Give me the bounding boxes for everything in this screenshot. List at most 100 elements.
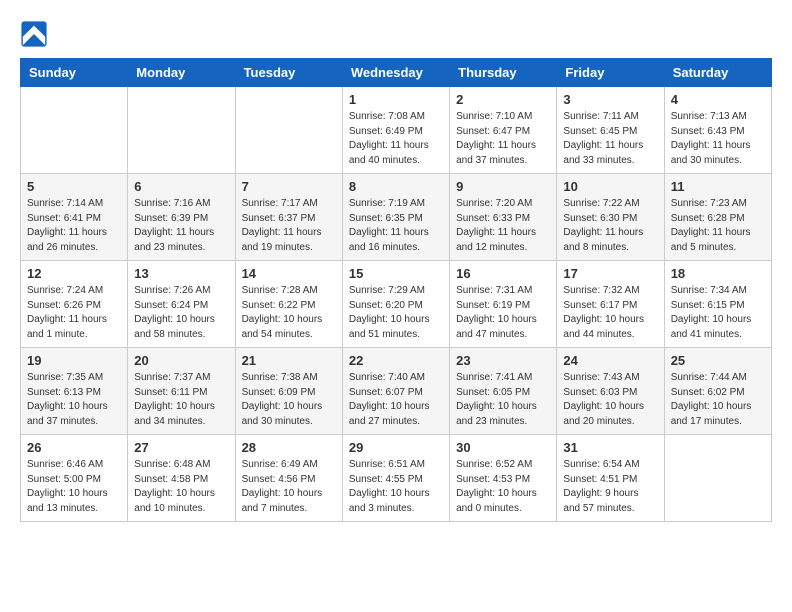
weekday-header: Saturday (664, 59, 771, 87)
day-number: 16 (456, 266, 550, 281)
day-info: Sunrise: 7:28 AM Sunset: 6:22 PM Dayligh… (242, 284, 336, 342)
weekday-header: Thursday (450, 59, 557, 87)
calendar-cell: 18 Sunrise: 7:34 AM Sunset: 6:15 PM Dayli… (664, 261, 771, 348)
weekday-header: Sunday (21, 59, 128, 87)
day-info: Sunrise: 6:48 AM Sunset: 4:58 PM Dayligh… (134, 458, 228, 516)
day-number: 21 (242, 353, 336, 368)
calendar-week-row: 1Sunrise: 7:08 AM Sunset: 6:49 PM Daylig… (21, 87, 772, 174)
calendar-cell: 1Sunrise: 7:08 AM Sunset: 6:49 PM Daylig… (342, 87, 449, 174)
day-info: Sunrise: 7:17 AM Sunset: 6:37 PM Dayligh… (242, 197, 336, 255)
day-number: 25 (671, 353, 765, 368)
day-info: Sunrise: 7:37 AM Sunset: 6:11 PM Dayligh… (134, 371, 228, 429)
calendar-cell: 9Sunrise: 7:20 AM Sunset: 6:33 PM Daylig… (450, 174, 557, 261)
day-number: 4 (671, 92, 765, 107)
day-info: Sunrise: 7:31 AM Sunset: 6:19 PM Dayligh… (456, 284, 550, 342)
day-info: Sunrise: 7:13 AM Sunset: 6:43 PM Dayligh… (671, 110, 765, 168)
calendar-cell (128, 87, 235, 174)
calendar-week-row: 5 Sunrise: 7:14 AM Sunset: 6:41 PM Daylig… (21, 174, 772, 261)
calendar-cell: 28 Sunrise: 6:49 AM Sunset: 4:56 PM Dayli… (235, 435, 342, 522)
day-number: 24 (563, 353, 657, 368)
day-info: Sunrise: 7:43 AM Sunset: 6:03 PM Dayligh… (563, 371, 657, 429)
day-info: Sunrise: 6:49 AM Sunset: 4:56 PM Dayligh… (242, 458, 336, 516)
weekday-header: Tuesday (235, 59, 342, 87)
calendar-cell: 20Sunrise: 7:37 AM Sunset: 6:11 PM Dayli… (128, 348, 235, 435)
weekday-header: Wednesday (342, 59, 449, 87)
calendar-cell: 10 Sunrise: 7:22 AM Sunset: 6:30 PM Dayli… (557, 174, 664, 261)
day-number: 5 (27, 179, 121, 194)
logo (20, 20, 54, 48)
calendar-cell: 26 Sunrise: 6:46 AM Sunset: 5:00 PM Dayli… (21, 435, 128, 522)
day-info: Sunrise: 6:54 AM Sunset: 4:51 PM Dayligh… (563, 458, 657, 516)
day-info: Sunrise: 7:10 AM Sunset: 6:47 PM Dayligh… (456, 110, 550, 168)
calendar-cell: 24 Sunrise: 7:43 AM Sunset: 6:03 PM Dayli… (557, 348, 664, 435)
calendar-cell: 21Sunrise: 7:38 AM Sunset: 6:09 PM Dayli… (235, 348, 342, 435)
day-number: 7 (242, 179, 336, 194)
day-number: 2 (456, 92, 550, 107)
day-info: Sunrise: 7:19 AM Sunset: 6:35 PM Dayligh… (349, 197, 443, 255)
day-info: Sunrise: 7:32 AM Sunset: 6:17 PM Dayligh… (563, 284, 657, 342)
day-info: Sunrise: 7:34 AM Sunset: 6:15 PM Dayligh… (671, 284, 765, 342)
day-info: Sunrise: 7:24 AM Sunset: 6:26 PM Dayligh… (27, 284, 121, 342)
day-info: Sunrise: 7:44 AM Sunset: 6:02 PM Dayligh… (671, 371, 765, 429)
calendar-cell: 27 Sunrise: 6:48 AM Sunset: 4:58 PM Dayli… (128, 435, 235, 522)
calendar-cell: 23 Sunrise: 7:41 AM Sunset: 6:05 PM Dayli… (450, 348, 557, 435)
calendar-week-row: 12 Sunrise: 7:24 AM Sunset: 6:26 PM Dayli… (21, 261, 772, 348)
day-info: Sunrise: 6:46 AM Sunset: 5:00 PM Dayligh… (27, 458, 121, 516)
calendar-cell: 25 Sunrise: 7:44 AM Sunset: 6:02 PM Dayli… (664, 348, 771, 435)
calendar-cell: 17 Sunrise: 7:32 AM Sunset: 6:17 PM Dayli… (557, 261, 664, 348)
day-info: Sunrise: 7:14 AM Sunset: 6:41 PM Dayligh… (27, 197, 121, 255)
calendar-cell: 14 Sunrise: 7:28 AM Sunset: 6:22 PM Dayli… (235, 261, 342, 348)
day-number: 30 (456, 440, 550, 455)
calendar-cell: 2 Sunrise: 7:10 AM Sunset: 6:47 PM Daylig… (450, 87, 557, 174)
calendar-week-row: 19 Sunrise: 7:35 AM Sunset: 6:13 PM Dayli… (21, 348, 772, 435)
page-header (20, 20, 772, 48)
day-number: 26 (27, 440, 121, 455)
day-info: Sunrise: 6:51 AM Sunset: 4:55 PM Dayligh… (349, 458, 443, 516)
calendar-cell: 13 Sunrise: 7:26 AM Sunset: 6:24 PM Dayli… (128, 261, 235, 348)
day-number: 29 (349, 440, 443, 455)
calendar-cell: 8Sunrise: 7:19 AM Sunset: 6:35 PM Daylig… (342, 174, 449, 261)
day-number: 14 (242, 266, 336, 281)
calendar-cell: 12 Sunrise: 7:24 AM Sunset: 6:26 PM Dayli… (21, 261, 128, 348)
day-number: 6 (134, 179, 228, 194)
calendar-cell: 19 Sunrise: 7:35 AM Sunset: 6:13 PM Dayli… (21, 348, 128, 435)
day-info: Sunrise: 7:11 AM Sunset: 6:45 PM Dayligh… (563, 110, 657, 168)
calendar-cell: 31Sunrise: 6:54 AM Sunset: 4:51 PM Dayli… (557, 435, 664, 522)
calendar-cell: 16 Sunrise: 7:31 AM Sunset: 6:19 PM Dayli… (450, 261, 557, 348)
calendar-cell: 15 Sunrise: 7:29 AM Sunset: 6:20 PM Dayli… (342, 261, 449, 348)
day-number: 19 (27, 353, 121, 368)
day-number: 1 (349, 92, 443, 107)
day-info: Sunrise: 7:35 AM Sunset: 6:13 PM Dayligh… (27, 371, 121, 429)
day-number: 18 (671, 266, 765, 281)
day-number: 15 (349, 266, 443, 281)
logo-icon (20, 20, 48, 48)
day-number: 27 (134, 440, 228, 455)
day-number: 22 (349, 353, 443, 368)
day-info: Sunrise: 7:29 AM Sunset: 6:20 PM Dayligh… (349, 284, 443, 342)
day-number: 13 (134, 266, 228, 281)
day-info: Sunrise: 7:40 AM Sunset: 6:07 PM Dayligh… (349, 371, 443, 429)
calendar-cell: 22 Sunrise: 7:40 AM Sunset: 6:07 PM Dayli… (342, 348, 449, 435)
calendar-cell: 3Sunrise: 7:11 AM Sunset: 6:45 PM Daylig… (557, 87, 664, 174)
day-number: 10 (563, 179, 657, 194)
calendar-cell: 7 Sunrise: 7:17 AM Sunset: 6:37 PM Daylig… (235, 174, 342, 261)
calendar-cell: 5 Sunrise: 7:14 AM Sunset: 6:41 PM Daylig… (21, 174, 128, 261)
weekday-header: Monday (128, 59, 235, 87)
calendar-cell (235, 87, 342, 174)
day-number: 9 (456, 179, 550, 194)
calendar-cell (664, 435, 771, 522)
day-number: 28 (242, 440, 336, 455)
day-info: Sunrise: 7:26 AM Sunset: 6:24 PM Dayligh… (134, 284, 228, 342)
calendar-cell: 11Sunrise: 7:23 AM Sunset: 6:28 PM Dayli… (664, 174, 771, 261)
day-info: Sunrise: 7:41 AM Sunset: 6:05 PM Dayligh… (456, 371, 550, 429)
day-info: Sunrise: 7:22 AM Sunset: 6:30 PM Dayligh… (563, 197, 657, 255)
day-number: 23 (456, 353, 550, 368)
calendar-table: SundayMondayTuesdayWednesdayThursdayFrid… (20, 58, 772, 522)
weekday-header: Friday (557, 59, 664, 87)
day-info: Sunrise: 6:52 AM Sunset: 4:53 PM Dayligh… (456, 458, 550, 516)
day-number: 17 (563, 266, 657, 281)
calendar-header-row: SundayMondayTuesdayWednesdayThursdayFrid… (21, 59, 772, 87)
calendar-cell: 30 Sunrise: 6:52 AM Sunset: 4:53 PM Dayli… (450, 435, 557, 522)
day-number: 12 (27, 266, 121, 281)
calendar-cell: 6Sunrise: 7:16 AM Sunset: 6:39 PM Daylig… (128, 174, 235, 261)
